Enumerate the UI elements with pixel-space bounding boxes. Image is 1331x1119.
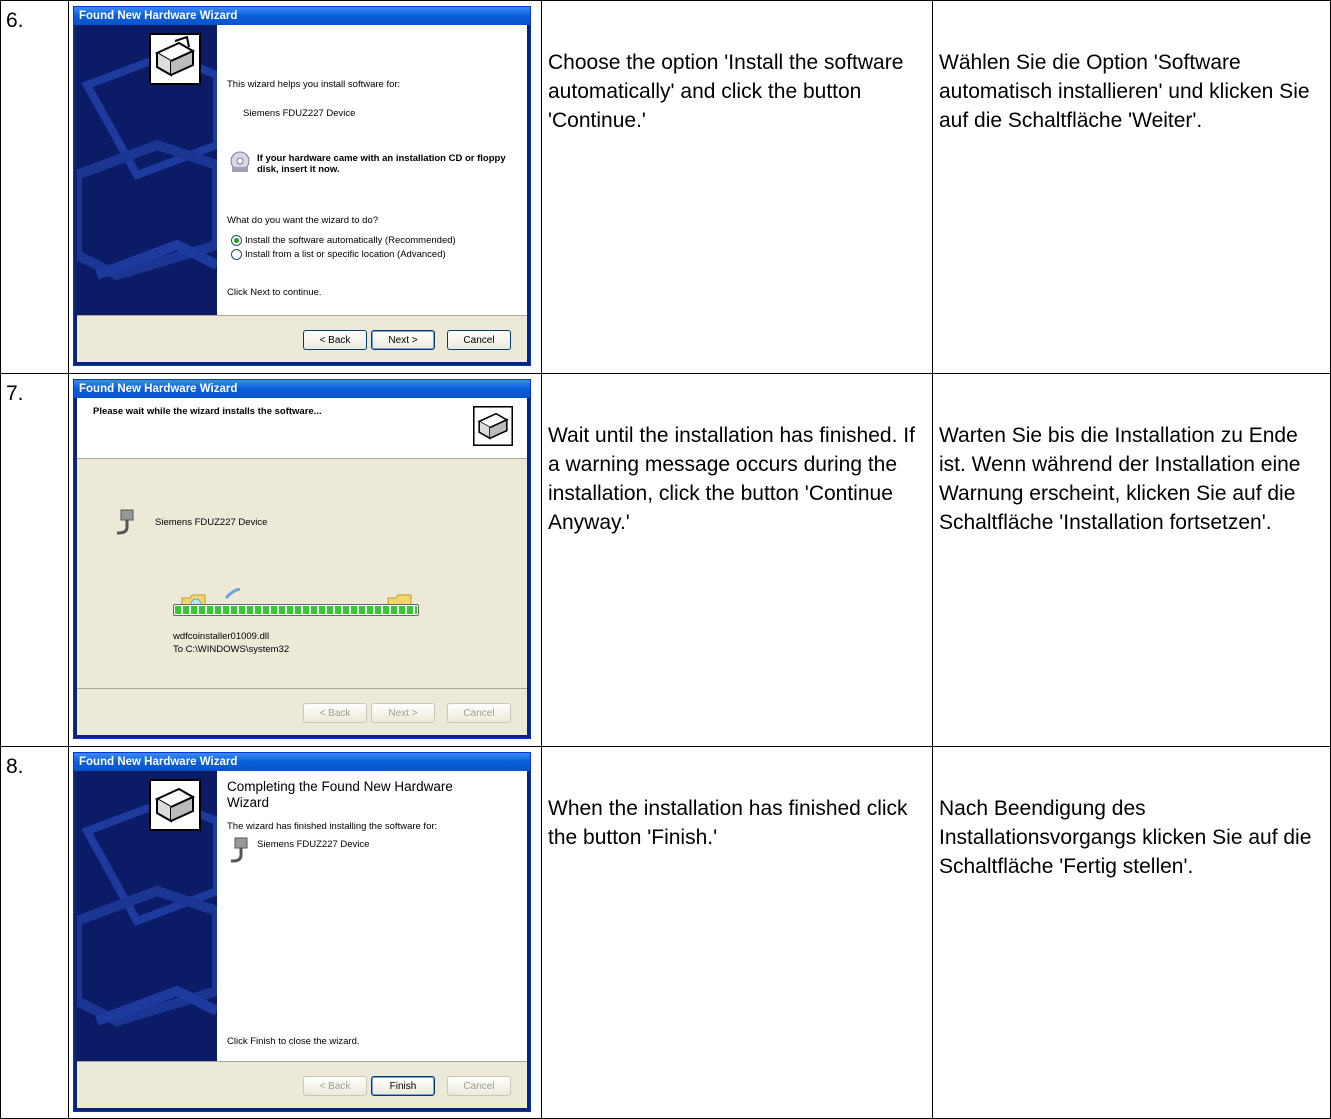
window-title: Found New Hardware Wizard (74, 380, 530, 398)
finish-button[interactable]: Finish (371, 1076, 435, 1096)
cd-hint: If your hardware came with an installati… (257, 153, 506, 175)
wizard-footer: < Back Next > Cancel (77, 688, 527, 735)
cancel-button[interactable]: Cancel (447, 703, 511, 723)
instruction-table: 6. Found New Hardware Wizard This wizard… (0, 0, 1331, 1119)
install-progress-bar (173, 604, 419, 616)
window-title: Found New Hardware Wizard (74, 7, 530, 25)
wizard-side-graphic (77, 25, 217, 316)
option-list-label: Install from a list or specific location… (245, 249, 446, 261)
instruction-german: Warten Sie bis die Installation zu Ende … (932, 373, 1331, 747)
step-row-6: 6. Found New Hardware Wizard This wizard… (0, 0, 1331, 374)
instruction-english: Choose the option 'Install the software … (541, 0, 933, 374)
wizard-client: This wizard helps you install software f… (77, 25, 527, 362)
wizard-client: Completing the Found New Hardware Wizard… (77, 771, 527, 1108)
usb-plug-icon (229, 837, 251, 865)
radio-empty-icon (231, 249, 242, 260)
step-row-8: 8. Found New Hardware Wizard Completing … (0, 746, 1331, 1119)
option-auto-radio[interactable]: Install the software automatically (Reco… (231, 235, 456, 246)
screenshot-cell: Found New Hardware Wizard Please wait wh… (68, 373, 542, 747)
step-row-7: 7. Found New Hardware Wizard Please wait… (0, 373, 1331, 747)
cd-icon (229, 151, 251, 173)
back-button[interactable]: < Back (303, 703, 367, 723)
intro-text: This wizard helps you install software f… (227, 79, 401, 90)
wizard-footer: < Back Finish Cancel (77, 1061, 527, 1108)
wizard-window-completing: Found New Hardware Wizard Completing the… (73, 752, 531, 1112)
wizard-client: Please wait while the wizard installs th… (77, 398, 527, 735)
instruction-german: Wählen Sie die Option 'Software automati… (932, 0, 1331, 374)
file-name: wdfcoinstaller01009.dll (173, 631, 270, 642)
hardware-wizard-icon (473, 406, 513, 446)
wizard-main: Completing the Found New Hardware Wizard… (217, 771, 527, 1062)
next-button[interactable]: Next > (371, 330, 435, 350)
screenshot-cell: Found New Hardware Wizard (68, 0, 542, 374)
hardware-wizard-icon (149, 779, 201, 831)
device-name: Siemens FDUZ227 Device (243, 108, 356, 119)
cancel-button[interactable]: Cancel (447, 330, 511, 350)
option-auto-label: Install the software automatically (Reco… (245, 235, 456, 247)
step-number: 8. (0, 746, 69, 1119)
header-text: Please wait while the wizard installs th… (93, 406, 322, 417)
wizard-body: Siemens FDUZ227 Device wdfcoinstaller010… (77, 459, 527, 689)
back-button[interactable]: < Back (303, 1076, 367, 1096)
continue-hint: Click Next to continue. (227, 287, 322, 298)
back-button[interactable]: < Back (303, 330, 367, 350)
close-hint: Click Finish to close the wizard. (227, 1036, 360, 1047)
hardware-wizard-icon (149, 33, 201, 85)
instruction-english: Wait until the installation has finished… (541, 373, 933, 747)
step-number: 7. (0, 373, 69, 747)
instruction-german: Nach Beendigung des Installationsvorgang… (932, 746, 1331, 1119)
screenshot-cell: Found New Hardware Wizard (68, 746, 542, 1119)
wizard-window-installing: Found New Hardware Wizard Please wait wh… (73, 379, 531, 739)
wizard-window-install-options: Found New Hardware Wizard This wizard he… (73, 6, 531, 366)
finished-text: The wizard has finished installing the s… (227, 821, 438, 832)
question-text: What do you want the wizard to do? (227, 215, 379, 226)
device-name: Siemens FDUZ227 Device (155, 517, 268, 528)
usb-plug-icon (115, 509, 137, 537)
instruction-english: When the installation has finished click… (541, 746, 933, 1119)
flying-file-icon (224, 587, 241, 600)
wizard-header: Please wait while the wizard installs th… (77, 398, 527, 459)
destination-path: To C:\WINDOWS\system32 (173, 644, 290, 655)
wizard-main: This wizard helps you install software f… (217, 25, 527, 316)
option-list-radio[interactable]: Install from a list or specific location… (231, 249, 446, 260)
progress-fill (175, 606, 417, 614)
radio-selected-icon (231, 235, 242, 246)
step-number: 6. (0, 0, 69, 374)
wizard-side-graphic (77, 771, 217, 1062)
wizard-footer: < Back Next > Cancel (77, 315, 527, 362)
window-title: Found New Hardware Wizard (74, 753, 530, 771)
cancel-button[interactable]: Cancel (447, 1076, 511, 1096)
next-button[interactable]: Next > (371, 703, 435, 723)
device-name: Siemens FDUZ227 Device (257, 839, 370, 850)
completion-heading: Completing the Found New Hardware Wizard (227, 779, 453, 810)
